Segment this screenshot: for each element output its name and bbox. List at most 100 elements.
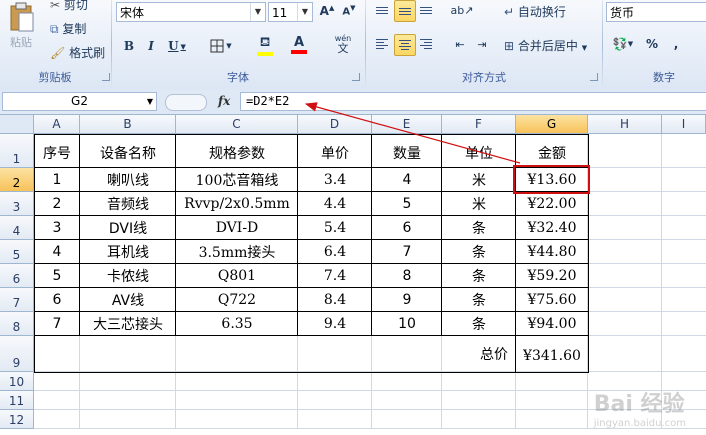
borders-button[interactable]: ▼ — [206, 36, 236, 56]
row-header-8[interactable]: 8 — [0, 312, 34, 336]
table-cell[interactable]: Q722 — [176, 288, 298, 312]
table-cell[interactable]: ¥75.60 — [516, 288, 588, 312]
bold-button[interactable]: B — [120, 36, 138, 56]
table-cell[interactable]: 条 — [442, 240, 516, 264]
table-cell[interactable]: ¥59.20 — [516, 264, 588, 288]
table-cell[interactable]: Rvvp/2x0.5mm — [176, 192, 298, 216]
table-header-cell[interactable]: 数量 — [372, 134, 442, 168]
table-cell[interactable]: 6.35 — [176, 312, 298, 336]
table-cell[interactable]: 米 — [442, 168, 516, 192]
table-header-cell[interactable]: 单价 — [298, 134, 372, 168]
table-header-cell[interactable]: 序号 — [34, 134, 80, 168]
clipboard-launcher[interactable] — [102, 73, 110, 81]
table-cell[interactable]: ¥44.80 — [516, 240, 588, 264]
table-cell[interactable]: 2 — [34, 192, 80, 216]
align-left-button[interactable] — [372, 34, 392, 54]
table-cell[interactable]: 5 — [372, 192, 442, 216]
decrease-indent-button[interactable]: ⇤ — [450, 34, 470, 54]
table-cell[interactable]: 喇叭线 — [80, 168, 176, 192]
table-cell[interactable]: 5.4 — [298, 216, 372, 240]
align-bottom-button[interactable] — [416, 0, 436, 20]
row-header-12[interactable]: 12 — [0, 410, 34, 429]
name-box[interactable]: G2 ▼ — [2, 92, 157, 111]
column-header-c[interactable]: C — [176, 115, 298, 134]
percent-button[interactable]: % — [642, 34, 662, 54]
table-cell[interactable]: Q801 — [176, 264, 298, 288]
orientation-button[interactable]: ab↗ — [448, 0, 476, 20]
row-header-6[interactable]: 6 — [0, 264, 34, 288]
font-color-button[interactable]: A — [284, 34, 314, 56]
table-cell[interactable]: AV线 — [80, 288, 176, 312]
wrap-text-button[interactable]: ↵ 自动换行 — [504, 3, 566, 20]
phonetic-button[interactable]: wén 文 — [326, 34, 360, 56]
align-center-button[interactable] — [394, 34, 416, 56]
select-all-corner[interactable] — [0, 115, 34, 134]
row-header-7[interactable]: 7 — [0, 288, 34, 312]
row-header-3[interactable]: 3 — [0, 192, 34, 216]
row-header-4[interactable]: 4 — [0, 216, 34, 240]
table-cell[interactable]: 条 — [442, 264, 516, 288]
table-cell[interactable]: 5 — [34, 264, 80, 288]
table-cell[interactable]: 1 — [34, 168, 80, 192]
table-cell[interactable]: 6 — [34, 288, 80, 312]
table-cell[interactable]: 9 — [372, 288, 442, 312]
font-size-combo[interactable]: 11 ▼ — [268, 2, 313, 22]
table-cell[interactable]: 大三芯接头 — [80, 312, 176, 336]
table-cell[interactable]: 7.4 — [298, 264, 372, 288]
align-right-button[interactable] — [416, 34, 436, 54]
row-header-9[interactable]: 9 — [0, 336, 34, 372]
table-cell[interactable]: 7 — [34, 312, 80, 336]
grow-font-button[interactable]: A▲ — [318, 2, 336, 20]
table-cell[interactable]: 4 — [34, 240, 80, 264]
insert-function-button[interactable]: fx — [218, 94, 230, 108]
table-cell[interactable]: 3.4 — [298, 168, 372, 192]
table-cell[interactable]: 8.4 — [298, 288, 372, 312]
table-header-cell[interactable]: 规格参数 — [176, 134, 298, 168]
underline-button[interactable]: U ▼ — [164, 36, 190, 56]
table-cell[interactable]: 条 — [442, 216, 516, 240]
increase-indent-button[interactable]: ⇥ — [472, 34, 492, 54]
table-cell[interactable]: 4.4 — [298, 192, 372, 216]
table-cell[interactable]: 6.4 — [298, 240, 372, 264]
align-top-button[interactable] — [372, 0, 392, 20]
row-header-2[interactable]: 2 — [0, 168, 34, 192]
table-cell[interactable]: 耳机线 — [80, 240, 176, 264]
formula-input[interactable]: =D2*E2 — [240, 92, 706, 111]
paste-button[interactable]: 粘贴 — [4, 2, 40, 64]
table-header-cell[interactable]: 单位 — [442, 134, 516, 168]
table-cell[interactable]: 3 — [34, 216, 80, 240]
fill-color-button[interactable]: ⛾ — [250, 34, 280, 56]
table-cell[interactable]: 8 — [372, 264, 442, 288]
table-cell[interactable]: 4 — [372, 168, 442, 192]
shrink-font-button[interactable]: A▼ — [340, 2, 358, 20]
comma-button[interactable]: , — [666, 34, 686, 54]
column-header-g[interactable]: G — [516, 115, 588, 134]
table-cell[interactable]: 卡侬线 — [80, 264, 176, 288]
table-cell[interactable]: DVI-D — [176, 216, 298, 240]
table-header-cell[interactable]: 金额 — [516, 134, 588, 168]
column-header-h[interactable]: H — [588, 115, 662, 134]
number-format-combo[interactable]: 货币 — [606, 2, 706, 22]
formula-bar-toggle[interactable] — [165, 94, 207, 111]
copy-button[interactable]: ⧉ 复制 — [50, 20, 86, 37]
font-name-combo[interactable]: 宋体 ▼ — [116, 2, 266, 22]
table-cell[interactable]: ¥32.40 — [516, 216, 588, 240]
row-header-11[interactable]: 11 — [0, 391, 34, 410]
column-header-b[interactable]: B — [80, 115, 176, 134]
format-painter-button[interactable]: 🖌 格式刷 — [50, 44, 105, 61]
column-header-e[interactable]: E — [372, 115, 442, 134]
table-cell[interactable]: DVI线 — [80, 216, 176, 240]
table-cell[interactable]: 条 — [442, 312, 516, 336]
table-header-cell[interactable]: 设备名称 — [80, 134, 176, 168]
table-cell[interactable]: 9.4 — [298, 312, 372, 336]
column-header-i[interactable]: I — [662, 115, 706, 134]
merge-center-button[interactable]: ⊞ 合并后居中 ▼ — [504, 37, 587, 54]
table-cell[interactable]: 条 — [442, 288, 516, 312]
table-cell[interactable]: 音频线 — [80, 192, 176, 216]
table-cell[interactable]: 10 — [372, 312, 442, 336]
accounting-format-button[interactable]: 💱 ▼ — [608, 34, 638, 54]
total-value-cell[interactable]: ¥341.60 — [516, 336, 588, 372]
table-cell[interactable]: 米 — [442, 192, 516, 216]
column-header-a[interactable]: A — [34, 115, 80, 134]
table-cell[interactable]: 7 — [372, 240, 442, 264]
